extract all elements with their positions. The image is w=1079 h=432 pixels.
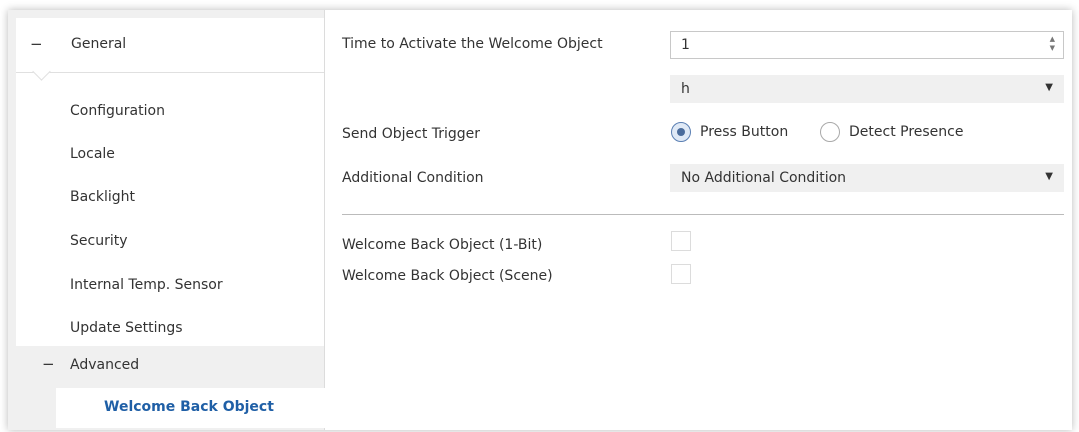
tree-node-advanced-label: Advanced — [70, 357, 140, 373]
spin-arrows[interactable]: ▲ ▼ — [1050, 35, 1055, 53]
app-window: − General Configuration Locale Backlight… — [8, 10, 1072, 430]
collapse-icon[interactable]: − — [30, 35, 43, 53]
spin-up-icon[interactable]: ▲ — [1050, 35, 1055, 44]
sidebar-item-backlight[interactable]: Backlight — [16, 178, 324, 218]
chevron-down-icon: ▼ — [1045, 82, 1053, 93]
welcome-back-scene-label: Welcome Back Object (Scene) — [342, 268, 553, 284]
sidebar-item-internal-temp-sensor[interactable]: Internal Temp. Sensor — [16, 266, 324, 306]
spin-down-icon[interactable]: ▼ — [1050, 44, 1055, 53]
radio-press-button-label[interactable]: Press Button — [700, 124, 788, 140]
chevron-down-icon: ▼ — [1045, 171, 1053, 182]
sidebar-item-label: Backlight — [70, 189, 136, 205]
tree-node-general[interactable]: − General — [16, 18, 324, 81]
collapse-icon[interactable]: − — [42, 355, 55, 373]
welcome-back-scene-checkbox[interactable] — [671, 264, 691, 284]
time-to-activate-value[interactable]: 1 — [681, 37, 690, 53]
welcome-back-1bit-checkbox[interactable] — [671, 231, 691, 251]
welcome-back-1bit-label: Welcome Back Object (1-Bit) — [342, 237, 543, 253]
radio-detect-presence-label[interactable]: Detect Presence — [849, 124, 963, 140]
sidebar-item-security[interactable]: Security — [16, 222, 324, 262]
additional-condition-label: Additional Condition — [342, 170, 484, 186]
time-unit-value: h — [681, 81, 690, 97]
sidebar-item-label: Update Settings — [70, 320, 183, 336]
sidebar: − General Configuration Locale Backlight… — [8, 10, 336, 430]
additional-condition-value: No Additional Condition — [681, 170, 847, 186]
selection-pointer — [32, 62, 51, 81]
sidebar-item-locale[interactable]: Locale — [16, 135, 324, 175]
sidebar-item-label: Locale — [70, 146, 115, 162]
sidebar-item-label: Internal Temp. Sensor — [70, 277, 223, 293]
tree-node-advanced-group: − Advanced Welcome Back Object — [16, 346, 336, 430]
sidebar-item-label: Configuration — [70, 103, 165, 119]
tree-node-advanced[interactable]: − Advanced — [16, 346, 324, 386]
time-to-activate-stepper[interactable]: 1 ▲ ▼ — [670, 31, 1064, 59]
section-divider — [342, 214, 1064, 215]
sidebar-item-welcome-back-object[interactable]: Welcome Back Object — [56, 388, 336, 428]
sidebar-item-label: Security — [70, 233, 128, 249]
tree-node-general-label: General — [71, 36, 127, 52]
sidebar-item-update-settings[interactable]: Update Settings — [16, 309, 324, 349]
sidebar-item-label: Welcome Back Object — [104, 399, 274, 415]
additional-condition-select[interactable]: No Additional Condition ▼ — [670, 164, 1064, 192]
radio-detect-presence[interactable] — [820, 122, 840, 142]
parameter-panel: Time to Activate the Welcome Object 1 ▲ … — [325, 10, 1072, 430]
sidebar-item-configuration[interactable]: Configuration — [16, 92, 324, 132]
radio-press-button[interactable] — [671, 122, 691, 142]
time-unit-select[interactable]: h ▼ — [670, 75, 1064, 103]
time-to-activate-label: Time to Activate the Welcome Object — [342, 36, 603, 52]
sidebar-tree: − General Configuration Locale Backlight… — [16, 18, 336, 430]
send-object-trigger-label: Send Object Trigger — [342, 126, 481, 142]
